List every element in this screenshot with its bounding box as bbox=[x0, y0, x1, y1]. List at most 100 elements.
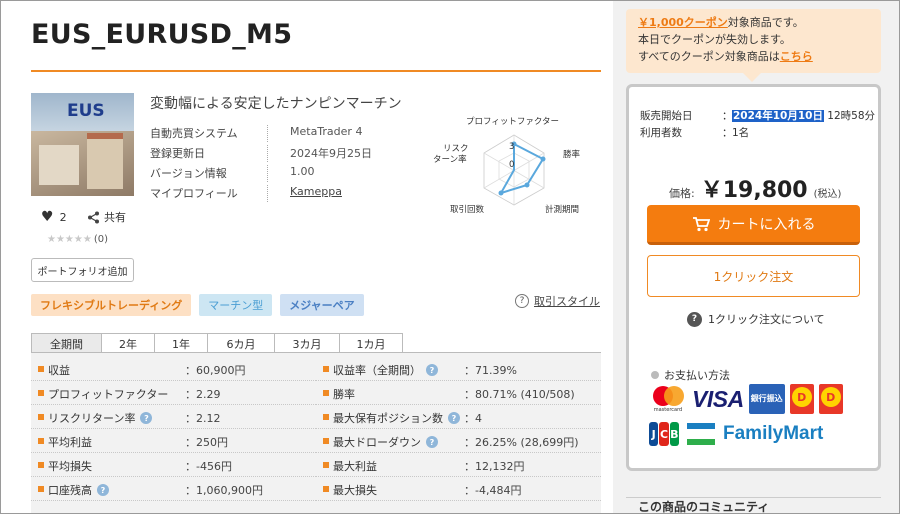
price-value: ￥19,800 bbox=[700, 178, 808, 203]
familymart-mark bbox=[687, 423, 715, 445]
stat-row: 平均損失 ：-456円 bbox=[31, 453, 316, 477]
tab-6-months[interactable]: 6カ月 bbox=[207, 333, 275, 353]
info-key: 自動売買システム bbox=[150, 127, 238, 140]
add-portfolio-button[interactable]: ポートフォリオ追加 bbox=[31, 258, 134, 282]
radar-label-return: ターン率 bbox=[433, 154, 467, 165]
coupon-expiry-text: 本日でクーポンが失効します。 bbox=[638, 33, 791, 46]
cart-icon bbox=[692, 216, 710, 231]
tab-1-year[interactable]: 1年 bbox=[154, 333, 208, 353]
tag-list: フレキシブルトレーディング マーチン型 メジャーペア bbox=[31, 294, 364, 316]
help-icon[interactable]: ? bbox=[426, 436, 438, 448]
radar-tick-top: 3 bbox=[509, 142, 514, 152]
stat-label: 収益 bbox=[48, 364, 70, 377]
stat-value: ：250円 bbox=[185, 436, 228, 449]
payment-title-text: お支払い方法 bbox=[664, 369, 730, 382]
radar-label-pf: プロフィットファクター bbox=[466, 117, 559, 127]
tag-flexible-trading[interactable]: フレキシブルトレーディング bbox=[31, 294, 192, 316]
stat-row: 収益率（全期間）? ：71.39% bbox=[316, 357, 601, 381]
users-value: 1名 bbox=[732, 127, 750, 139]
stat-label: 平均利益 bbox=[48, 436, 92, 449]
coupon-arrow bbox=[743, 73, 761, 82]
stat-label: プロフィットファクター bbox=[48, 388, 169, 401]
stat-label: 最大損失 bbox=[333, 484, 377, 497]
cart-label: カートに入れる bbox=[717, 216, 816, 233]
stat-value: ：4 bbox=[464, 412, 482, 425]
stat-row: 最大損失 ：-4,484円 bbox=[316, 477, 601, 501]
help-icon[interactable]: ? bbox=[97, 484, 109, 496]
jcb-logo: J C B bbox=[649, 422, 679, 446]
colon: ： bbox=[722, 110, 733, 122]
radar-label-period: 計測期間 bbox=[545, 204, 579, 215]
info-row-profile: マイプロフィール Kameppa bbox=[150, 185, 390, 205]
thumbnail-text: EUS bbox=[67, 101, 105, 121]
stat-value: ：1,060,900円 bbox=[185, 484, 263, 497]
sale-start-date[interactable]: 2024年10月10日 bbox=[732, 110, 824, 122]
stat-row: 勝率 ：80.71% (410/508) bbox=[316, 381, 601, 405]
tab-3-months[interactable]: 3カ月 bbox=[274, 333, 340, 353]
info-key: バージョン情報 bbox=[150, 167, 227, 180]
daily-logo: D bbox=[818, 384, 843, 414]
stat-value: ：-4,484円 bbox=[464, 484, 522, 497]
sale-start-label: 販売開始日 bbox=[640, 110, 693, 122]
stat-label: 収益率（全期間） bbox=[333, 364, 421, 377]
stat-row: リスクリターン率? ：2.12 bbox=[31, 405, 316, 429]
radar-chart: 3 0 プロフィットファクター 勝率 計測期間 取引回数 リスク ターン率 bbox=[433, 117, 581, 215]
mastercard-logo: mastercard bbox=[649, 384, 687, 414]
help-icon[interactable]: ? bbox=[140, 412, 153, 424]
sale-start-time: 12時58分 bbox=[827, 110, 876, 122]
users-label: 利用者数 bbox=[640, 127, 682, 139]
share-icon bbox=[88, 211, 99, 223]
tag-major-pair[interactable]: メジャーペア bbox=[280, 294, 364, 316]
info-value: 2024年9月25日 bbox=[290, 147, 372, 160]
stat-label: 最大保有ポジション数 bbox=[333, 412, 443, 425]
stat-row: 口座残高? ：1,060,900円 bbox=[31, 477, 316, 501]
like-button[interactable]: ♥ 2 bbox=[41, 209, 67, 225]
stat-row: プロフィットファクター ：2.29 bbox=[31, 381, 316, 405]
radar-series bbox=[498, 142, 545, 195]
stat-value: ：60,900円 bbox=[185, 364, 246, 377]
stat-label: 最大利益 bbox=[333, 460, 377, 473]
stat-label: 勝率 bbox=[333, 388, 355, 401]
period-tabs: 全期間 2年 1年 6カ月 3カ月 1カ月 bbox=[31, 333, 403, 353]
payment-logos-row2: J C B FamilyMart bbox=[649, 422, 823, 446]
share-label: 共有 bbox=[104, 211, 126, 224]
stat-row: 平均利益 ：250円 bbox=[31, 429, 316, 453]
stat-label: 口座残高 bbox=[48, 484, 92, 497]
info-value: MetaTrader 4 bbox=[290, 125, 363, 138]
stat-row: 収益 ：60,900円 bbox=[31, 357, 316, 381]
tab-1-month[interactable]: 1カ月 bbox=[339, 333, 403, 353]
stat-value: ：-456円 bbox=[185, 460, 232, 473]
coupon-all-link[interactable]: こちら bbox=[780, 50, 813, 63]
radar-label-risk: リスク bbox=[443, 144, 469, 154]
help-icon[interactable]: ? bbox=[448, 412, 460, 424]
info-row-version: バージョン情報 1.00 bbox=[150, 165, 390, 185]
help-icon[interactable]: ? bbox=[426, 364, 438, 376]
add-to-cart-button[interactable]: カートに入れる bbox=[647, 205, 860, 245]
share-button[interactable]: 共有 bbox=[87, 209, 126, 225]
stat-row: 最大ドローダウン? ：26.25% (28,699円) bbox=[316, 429, 601, 453]
one-click-info-link[interactable]: ? 1クリック注文について bbox=[687, 311, 825, 327]
tab-all-period[interactable]: 全期間 bbox=[31, 333, 102, 353]
familymart-logo: FamilyMart bbox=[723, 423, 824, 444]
trade-style-link[interactable]: ? 取引スタイル bbox=[515, 293, 600, 309]
info-row-updated: 登録更新日 2024年9月25日 bbox=[150, 145, 390, 165]
daily-yamazaki-logo: D bbox=[789, 384, 814, 414]
coupon-link[interactable]: ￥1,000クーポン bbox=[638, 16, 728, 29]
rating: ★★★★★ (0) bbox=[47, 234, 108, 245]
review-count: (0) bbox=[93, 234, 108, 245]
profile-link[interactable]: Kameppa bbox=[290, 185, 342, 198]
stat-label: 最大ドローダウン bbox=[333, 436, 421, 449]
question-icon: ? bbox=[687, 311, 702, 327]
stat-value: ：2.12 bbox=[185, 412, 221, 425]
price: 価格: ￥19,800 (税込) bbox=[669, 172, 841, 204]
heart-icon: ♥ bbox=[41, 209, 54, 225]
info-value: 1.00 bbox=[290, 165, 315, 178]
tab-2-years[interactable]: 2年 bbox=[101, 333, 155, 353]
rating-stars: ★★★★★ bbox=[47, 234, 92, 245]
tag-martin[interactable]: マーチン型 bbox=[199, 294, 273, 316]
product-thumbnail[interactable]: EUS bbox=[31, 93, 134, 196]
stat-value: ：80.71% (410/508) bbox=[464, 388, 575, 401]
info-key: マイプロフィール bbox=[150, 187, 238, 200]
one-click-order-button[interactable]: 1クリック注文 bbox=[647, 255, 860, 297]
coupon-text: 対象商品です。 bbox=[727, 16, 804, 29]
